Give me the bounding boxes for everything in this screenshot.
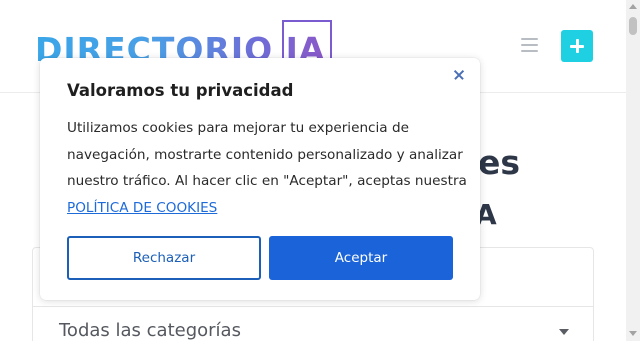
dialog-body: Utilizamos cookies para mejorar tu exper…: [67, 115, 467, 221]
close-icon[interactable]: [452, 68, 466, 82]
add-tool-button[interactable]: [561, 30, 593, 62]
category-select[interactable]: Todas las categorías: [59, 320, 569, 341]
chevron-down-icon: [559, 329, 569, 335]
cookie-policy-link[interactable]: POLÍTICA DE COOKIES: [67, 200, 217, 216]
dialog-title: Valoramos tu privacidad: [67, 81, 294, 100]
reject-button[interactable]: Rechazar: [67, 236, 261, 280]
hamburger-menu-icon[interactable]: [521, 38, 538, 52]
scroll-up-arrow-icon[interactable]: [629, 4, 637, 9]
plus-icon: [570, 39, 584, 53]
cookie-consent-dialog: Valoramos tu privacidad Utilizamos cooki…: [40, 58, 480, 300]
page: DIRECTORIO IA es A Todas las categorías …: [0, 0, 640, 341]
menu-bar: [521, 44, 538, 46]
category-select-value: Todas las categorías: [59, 320, 241, 341]
filter-divider: [33, 306, 593, 307]
menu-bar: [521, 50, 538, 52]
page-scrollbar[interactable]: [626, 0, 640, 341]
hero-title-fragment: es: [478, 143, 521, 182]
menu-bar: [521, 38, 538, 40]
accept-button[interactable]: Aceptar: [269, 236, 453, 280]
scroll-down-arrow-icon[interactable]: [629, 331, 637, 336]
dialog-body-text: Utilizamos cookies para mejorar tu exper…: [67, 120, 467, 189]
scroll-thumb[interactable]: [629, 17, 637, 35]
